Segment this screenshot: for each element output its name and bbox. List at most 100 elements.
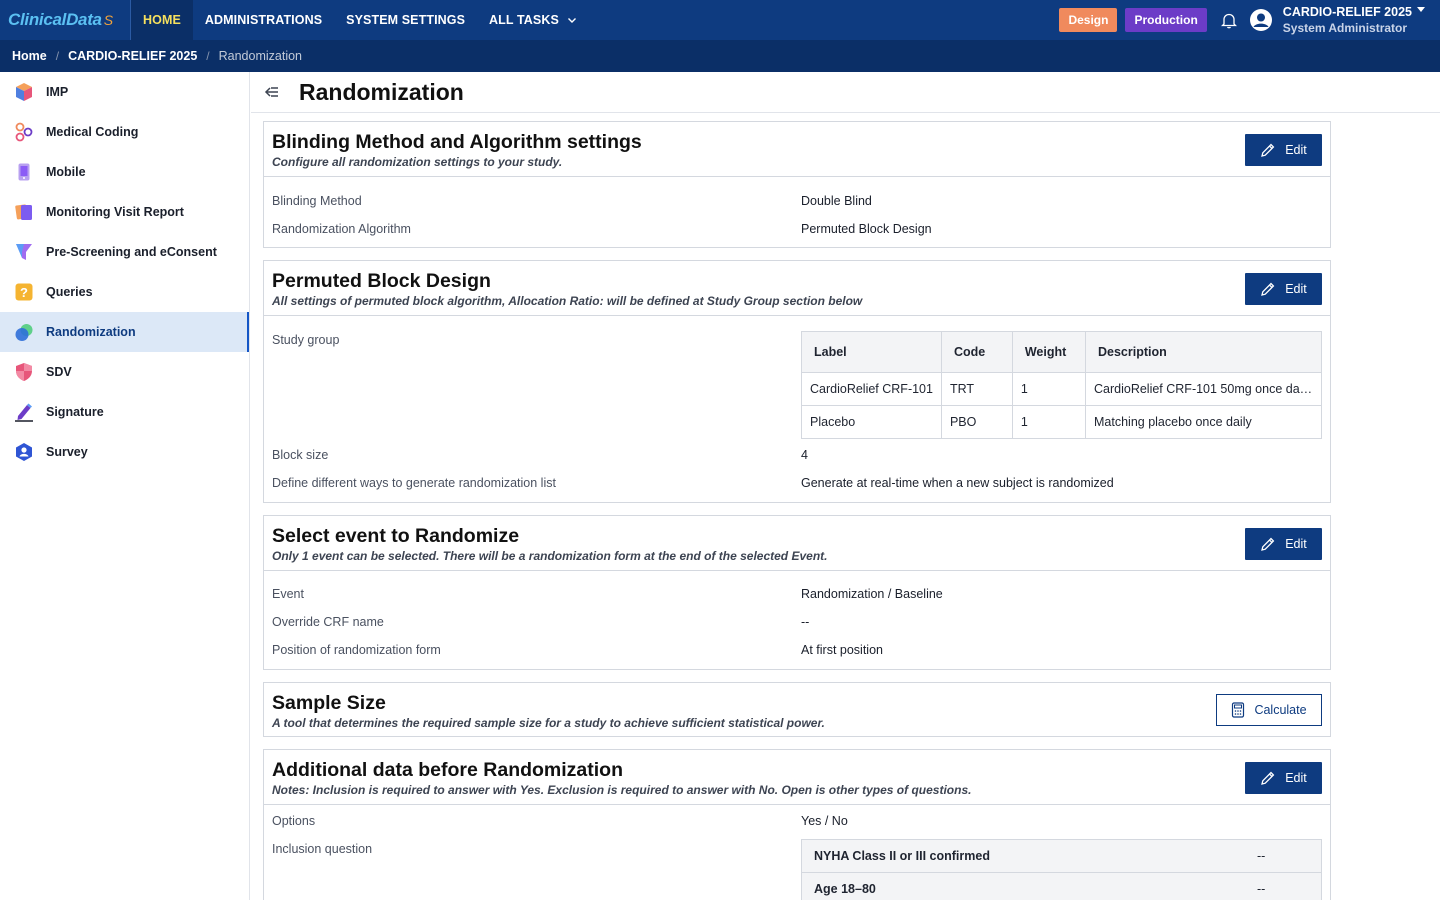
sidebar-item-mobile[interactable]: Mobile — [0, 152, 249, 192]
brand-logo[interactable]: ClinicalData S — [0, 0, 131, 40]
edit-label: Edit — [1285, 771, 1307, 785]
sidebar-item-queries[interactable]: ? Queries — [0, 272, 249, 312]
inclusion-question-list: NYHA Class II or III confirmed -- Age 18… — [801, 839, 1322, 900]
nav-all-tasks[interactable]: ALL TASKS — [477, 0, 589, 40]
permuted-edit-button[interactable]: Edit — [1245, 273, 1322, 305]
panel-subtitle: A tool that determines the required samp… — [272, 716, 825, 730]
mobile-icon — [18, 163, 30, 181]
cube-icon — [16, 83, 32, 101]
column-header[interactable]: Label — [801, 331, 942, 373]
sidebar-item-label: Signature — [46, 405, 104, 419]
panel-subtitle: Notes: Inclusion is required to answer w… — [272, 783, 972, 797]
pencil-icon — [1261, 143, 1275, 157]
sidebar-item-label: SDV — [46, 365, 72, 379]
additional-edit-button[interactable]: Edit — [1245, 762, 1322, 794]
list-item[interactable]: NYHA Class II or III confirmed -- — [802, 840, 1321, 873]
sidebar-item-label: Survey — [46, 445, 88, 459]
group-code-cell: TRT — [940, 372, 1013, 406]
user-study-name: CARDIO-RELIEF 2025 — [1282, 5, 1412, 19]
breadcrumb-separator: / — [206, 49, 210, 63]
column-header[interactable]: Weight — [1011, 331, 1087, 373]
edit-label: Edit — [1285, 537, 1307, 551]
column-header[interactable]: Description — [1085, 331, 1322, 373]
sample-size-panel: Sample Size A tool that determines the r… — [263, 682, 1331, 737]
field-value: Permuted Block Design — [801, 222, 932, 236]
sidebar-item-signature[interactable]: Signature — [0, 392, 249, 432]
field-label: Inclusion question — [272, 842, 373, 856]
sidebar-item-label: Queries — [46, 285, 93, 299]
list-item[interactable]: Age 18–80 -- — [802, 873, 1321, 900]
field-value: Randomization / Baseline — [801, 587, 943, 601]
question-value: -- — [1257, 849, 1266, 863]
env-design-badge[interactable]: Design — [1059, 8, 1118, 32]
caret-down-icon[interactable] — [1416, 6, 1426, 14]
calculator-icon — [1232, 702, 1245, 718]
field-label: Block size — [272, 448, 329, 462]
nav-administrations[interactable]: ADMINISTRATIONS — [193, 0, 334, 40]
randomization-icon — [15, 324, 33, 341]
collapse-sidebar-icon[interactable] — [263, 83, 281, 101]
field-label: Define different ways to generate random… — [272, 476, 556, 490]
sidebar-item-medical-coding[interactable]: Medical Coding — [0, 112, 249, 152]
group-label-cell: Placebo — [801, 405, 942, 439]
generate-method-value: Generate at real-time when a new subject… — [801, 476, 1114, 490]
breadcrumb-study[interactable]: CARDIO-RELIEF 2025 — [68, 49, 197, 63]
field-value: At first position — [801, 643, 883, 657]
blinding-panel-header: Blinding Method and Algorithm settings C… — [264, 122, 1330, 177]
field-label: Event — [272, 587, 304, 601]
field-label: Options — [272, 814, 316, 828]
panel-title: Additional data before Randomization — [272, 759, 624, 781]
blinding-panel: Blinding Method and Algorithm settings C… — [263, 121, 1331, 248]
nav-all-tasks-label: ALL TASKS — [489, 13, 559, 27]
group-code-cell: PBO — [940, 405, 1013, 439]
survey-icon — [16, 443, 32, 461]
panel-title: Sample Size — [272, 692, 386, 714]
sidebar-item-sdv[interactable]: SDV — [0, 352, 249, 392]
group-description-cell: Matching placebo once daily — [1085, 405, 1322, 439]
calculate-label: Calculate — [1254, 703, 1307, 717]
report-icon — [15, 204, 32, 220]
sidebar-item-survey[interactable]: Survey — [0, 432, 249, 472]
field-label: Blinding Method — [272, 194, 362, 208]
select-event-panel: Select event to Randomize Only 1 event c… — [263, 515, 1331, 670]
panel-subtitle: Configure all randomization settings to … — [272, 155, 563, 169]
nav-home[interactable]: HOME — [131, 0, 193, 40]
panel-title: Permuted Block Design — [272, 270, 491, 292]
sidebar-item-pre-screening[interactable]: Pre-Screening and eConsent — [0, 232, 249, 272]
pencil-icon — [1261, 771, 1275, 785]
brand-mark: S — [103, 12, 114, 28]
shield-icon — [16, 363, 32, 381]
question-icon: ? — [15, 283, 33, 301]
study-group-table: Label Code Weight Description CardioReli… — [801, 331, 1322, 439]
blinding-edit-button[interactable]: Edit — [1245, 134, 1322, 166]
calculate-button[interactable]: Calculate — [1216, 694, 1322, 726]
sidebar-item-monitoring-visit-report[interactable]: Monitoring Visit Report — [0, 192, 249, 232]
brand-name: ClinicalData — [8, 10, 102, 29]
user-role: System Administrator — [1282, 21, 1408, 35]
env-production-badge[interactable]: Production — [1125, 8, 1207, 32]
question-text: NYHA Class II or III confirmed — [814, 849, 990, 863]
panel-subtitle: Only 1 event can be selected. There will… — [272, 549, 828, 563]
permuted-panel-header: Permuted Block Design All settings of pe… — [264, 261, 1330, 316]
table-row[interactable]: CardioRelief CRF-101 TRT 1 CardioRelief … — [801, 372, 1322, 406]
pencil-icon — [1261, 537, 1275, 551]
breadcrumb: Home / CARDIO-RELIEF 2025 / Randomizatio… — [0, 40, 1440, 72]
sidebar-item-imp[interactable]: IMP — [0, 72, 249, 112]
user-avatar-icon[interactable] — [1249, 8, 1273, 32]
panel-subtitle: All settings of permuted block algorithm… — [272, 294, 863, 308]
field-label: Position of randomization form — [272, 643, 441, 657]
event-panel-header: Select event to Randomize Only 1 event c… — [264, 516, 1330, 571]
table-row[interactable]: Placebo PBO 1 Matching placebo once dail… — [801, 405, 1322, 439]
sidebar-item-randomization[interactable]: Randomization — [0, 312, 249, 352]
user-menu[interactable]: CARDIO-RELIEF 2025 System Administrator — [1283, 4, 1412, 36]
bell-icon[interactable] — [1215, 6, 1243, 34]
breadcrumb-home[interactable]: Home — [12, 49, 47, 63]
study-group-label: Study group — [272, 333, 340, 347]
edit-label: Edit — [1285, 282, 1307, 296]
nav-system-settings[interactable]: SYSTEM SETTINGS — [334, 0, 477, 40]
page-header: Randomization — [251, 72, 1440, 113]
field-label: Randomization Algorithm — [272, 222, 411, 236]
permuted-block-panel: Permuted Block Design All settings of pe… — [263, 260, 1331, 503]
column-header[interactable]: Code — [940, 331, 1013, 373]
event-edit-button[interactable]: Edit — [1245, 528, 1322, 560]
